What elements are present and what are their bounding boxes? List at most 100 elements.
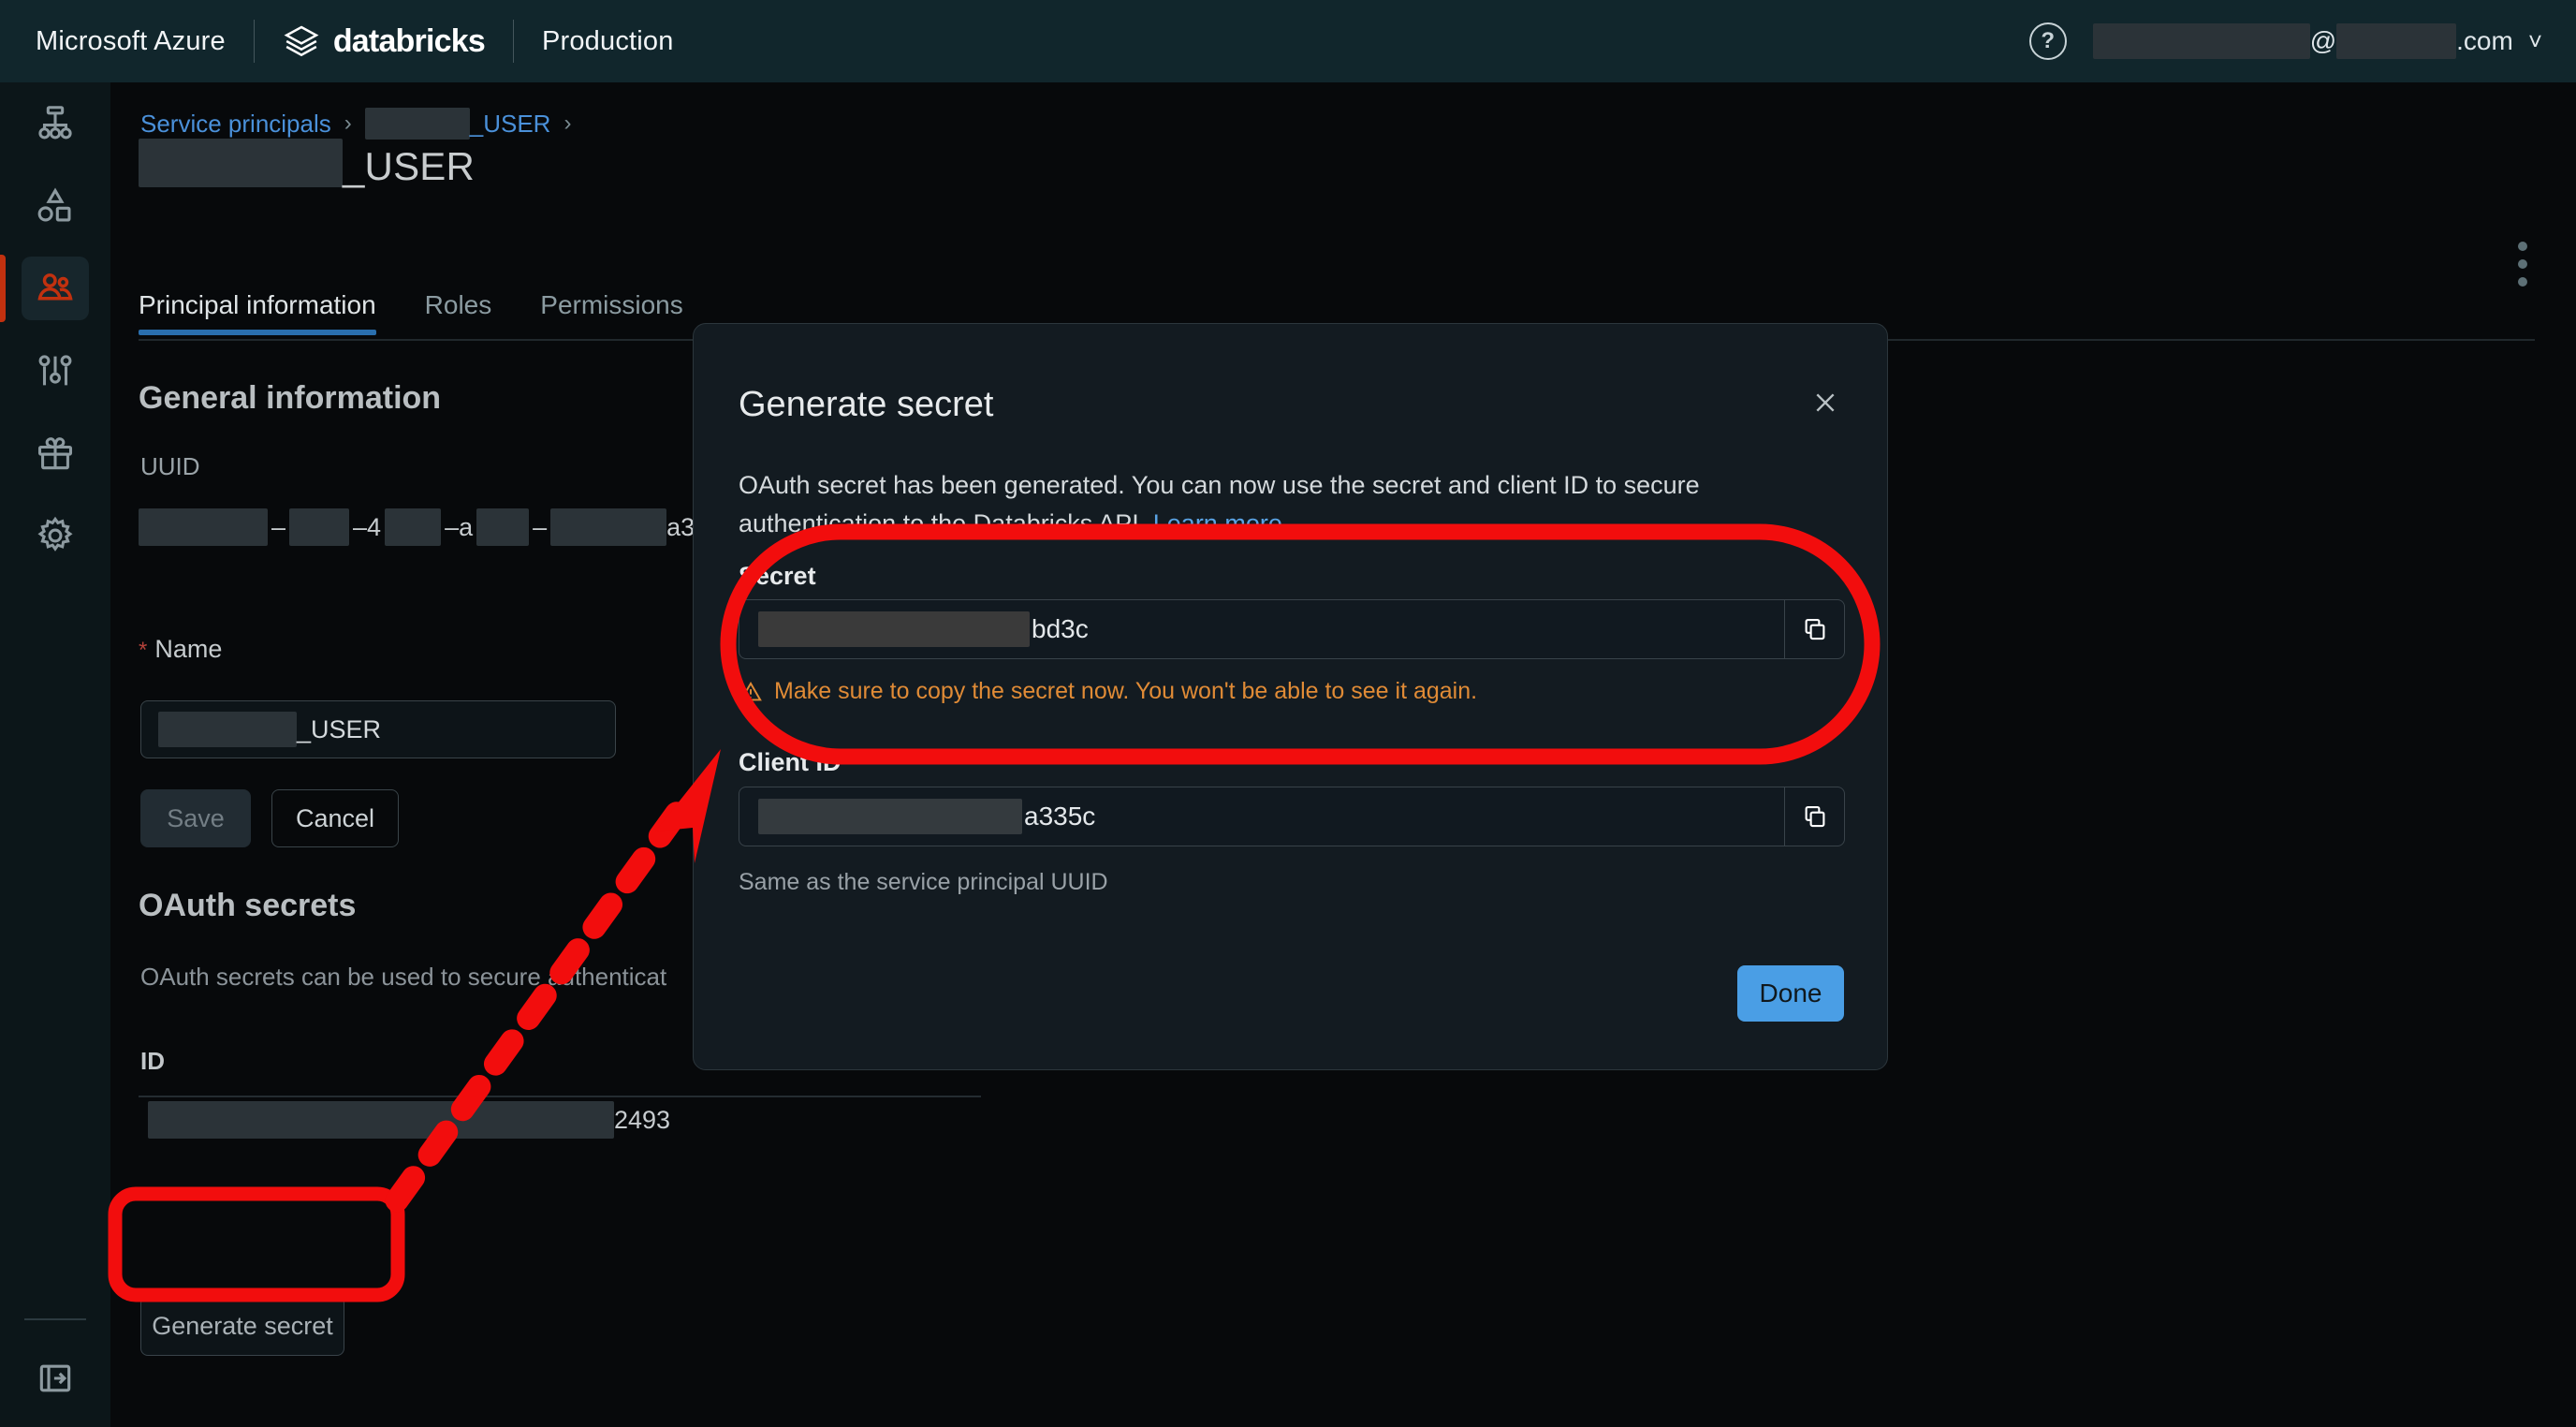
secret-value-redaction [758, 611, 1030, 647]
shapes-icon [37, 187, 71, 222]
uuid-dash-4: – [533, 512, 548, 541]
page-title: _USER [139, 139, 475, 189]
uuid-dash-3: –a [445, 512, 474, 541]
oauth-table-column-id: ID [140, 1047, 165, 1075]
uuid-seg-1-redaction [139, 508, 268, 546]
breadcrumb-separator-2: › [564, 110, 572, 136]
dialog-title: Generate secret [739, 385, 994, 424]
uuid-seg-2-redaction [289, 508, 350, 546]
account-at-symbol: @ [2309, 26, 2337, 55]
sidebar-item-compute-settings[interactable] [0, 330, 110, 412]
expand-panel-icon [39, 1364, 71, 1392]
warning-triangle-icon [739, 681, 762, 700]
uuid-seg-4-redaction [476, 508, 530, 546]
dialog-description: OAuth secret has been generated. You can… [739, 466, 1740, 543]
tab-principal-information[interactable]: Principal information [139, 290, 376, 335]
tab-permissions[interactable]: Permissions [540, 290, 682, 335]
save-button[interactable]: Save [140, 789, 251, 847]
breadcrumb-separator-1: › [344, 110, 352, 136]
client-id-value-tail: a335c [1024, 802, 1096, 831]
sidebar-item-expand-nav[interactable] [0, 1337, 110, 1420]
databricks-mark-icon [284, 25, 319, 57]
oauth-row-id-tail: 2493 [614, 1105, 671, 1134]
client-id-value-redaction [758, 799, 1022, 834]
secret-value-tail: bd3c [1032, 614, 1089, 643]
workspace-label: Production [541, 25, 674, 56]
sidebar-divider [24, 1318, 86, 1320]
secret-warning-text: Make sure to copy the secret now. You wo… [774, 678, 1478, 704]
tab-roles[interactable]: Roles [425, 290, 492, 335]
uuid-value: – –4 –a – a335c [139, 508, 736, 546]
account-user-redaction [2092, 23, 2310, 59]
left-navigation-rail [0, 82, 110, 1427]
oauth-row-id-redaction [148, 1101, 614, 1139]
generate-secret-button[interactable]: Generate secret [140, 1296, 344, 1356]
page-title-text: _USER [343, 144, 476, 188]
name-input[interactable]: _USER [140, 700, 616, 758]
account-domain-label: .com [2456, 26, 2513, 55]
cloud-provider-label: Microsoft Azure [36, 25, 226, 56]
copy-secret-button[interactable] [1784, 600, 1844, 658]
done-button[interactable]: Done [1737, 965, 1844, 1022]
topbar-divider-2 [512, 20, 514, 63]
general-information-heading: General information [139, 380, 442, 416]
topbar-right-group: ? @ .com ˅ [2028, 0, 2542, 82]
page-overflow-menu-icon[interactable] [2518, 242, 2527, 287]
help-icon[interactable]: ? [2028, 22, 2067, 60]
oauth-table-row: 2493 [148, 1101, 670, 1139]
learn-more-link[interactable]: Learn more [1153, 509, 1282, 537]
client-id-help-text: Same as the service principal UUID [739, 869, 1108, 895]
client-id-value: a335c [739, 799, 1784, 834]
sidebar-item-settings[interactable] [0, 494, 110, 577]
gift-icon [37, 437, 73, 470]
sliders-icon [38, 355, 72, 386]
secret-input[interactable]: bd3c [739, 599, 1845, 659]
generate-secret-dialog: Generate secret OAuth secret has been ge… [693, 323, 1888, 1070]
gear-icon [37, 516, 73, 552]
secret-warning: Make sure to copy the secret now. You wo… [739, 678, 1477, 705]
client-id-label: Client ID [739, 748, 842, 776]
oauth-table-header-rule [139, 1096, 981, 1097]
cancel-button[interactable]: Cancel [271, 789, 399, 847]
sidebar-item-identity-and-access[interactable] [0, 247, 110, 330]
breadcrumb-name-redaction [364, 108, 470, 140]
copy-icon [1805, 805, 1824, 828]
people-icon [37, 273, 73, 301]
top-navigation-bar: Microsoft Azure databricks Production ? … [0, 0, 2576, 82]
uuid-seg-5-redaction [550, 508, 667, 546]
uuid-label: UUID [140, 452, 200, 480]
databricks-wordmark: databricks [332, 22, 486, 59]
breadcrumb-root-link[interactable]: Service principals [140, 110, 331, 139]
uuid-dash-2: –4 [353, 512, 382, 541]
secret-value: bd3c [739, 611, 1784, 647]
account-menu[interactable]: @ .com ˅ [2092, 23, 2542, 59]
sidebar-item-workflows[interactable] [0, 82, 110, 165]
topbar-divider-1 [253, 20, 255, 63]
secret-label: Secret [739, 562, 816, 590]
sidebar-item-catalog[interactable] [0, 165, 110, 247]
topbar-left-group: Microsoft Azure databricks Production [0, 0, 674, 82]
name-value-redaction [158, 712, 297, 747]
uuid-seg-3-redaction [385, 508, 442, 546]
account-domain-redaction [2336, 23, 2457, 59]
name-value-text: _USER [297, 714, 382, 743]
page-tabs: Principal information Roles Permissions [139, 290, 732, 335]
chevron-down-icon: ˅ [2527, 26, 2542, 55]
sidebar-bottom-group [0, 1318, 110, 1420]
uuid-dash-1: – [271, 512, 286, 541]
sidebar-item-previews[interactable] [0, 412, 110, 494]
app-root: Microsoft Azure databricks Production ? … [0, 0, 2576, 1427]
page-title-redaction [139, 139, 343, 187]
oauth-secrets-heading: OAuth secrets [139, 888, 357, 923]
breadcrumb-current-link[interactable]: _USER [470, 110, 551, 139]
name-label-group: * Name [139, 635, 222, 664]
client-id-input[interactable]: a335c [739, 787, 1845, 846]
close-icon[interactable] [1803, 380, 1848, 425]
required-asterisk: * [139, 638, 148, 663]
workflow-icon [38, 106, 72, 140]
name-label: Name [154, 635, 223, 663]
databricks-logo[interactable]: databricks [283, 22, 486, 60]
copy-client-id-button[interactable] [1784, 787, 1844, 846]
copy-icon [1805, 618, 1824, 640]
breadcrumb: Service principals › _USER › [140, 108, 571, 140]
